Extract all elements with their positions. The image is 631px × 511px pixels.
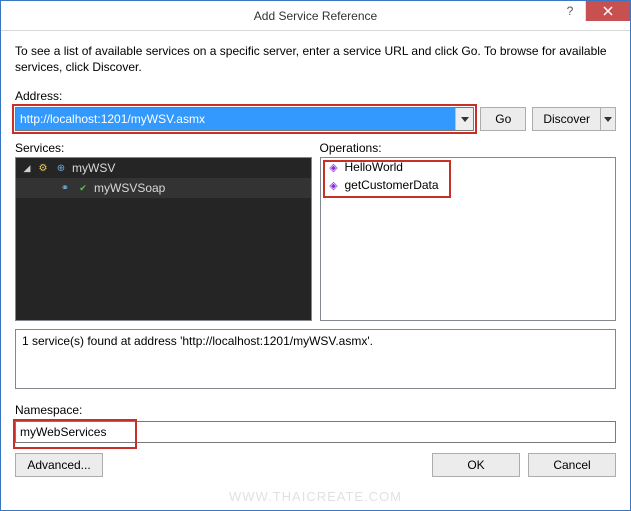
check-icon: ✔ xyxy=(76,181,90,195)
services-label: Services: xyxy=(15,141,312,155)
services-tree[interactable]: ◢ ⚙ ⊕ myWSV ⚭ ✔ myWSVSoap xyxy=(15,157,312,321)
address-row: Go Discover xyxy=(15,107,616,131)
address-dropdown-button[interactable] xyxy=(455,108,473,130)
address-combo[interactable] xyxy=(15,107,474,131)
operation-label: HelloWorld xyxy=(345,160,403,174)
status-text: 1 service(s) found at address 'http://lo… xyxy=(15,329,616,389)
close-icon xyxy=(603,6,613,16)
tree-node-root[interactable]: ◢ ⚙ ⊕ myWSV xyxy=(16,158,311,178)
namespace-input[interactable] xyxy=(15,421,616,443)
footer: Advanced... OK Cancel xyxy=(15,453,616,477)
namespace-label: Namespace: xyxy=(15,403,616,417)
operations-list[interactable]: ◈ HelloWorld ◈ getCustomerData xyxy=(320,157,617,321)
method-icon: ◈ xyxy=(327,160,341,174)
discover-split-button: Discover xyxy=(532,107,616,131)
cancel-button[interactable]: Cancel xyxy=(528,453,616,477)
chevron-down-icon xyxy=(604,117,612,122)
discover-button[interactable]: Discover xyxy=(532,107,600,131)
go-button[interactable]: Go xyxy=(480,107,526,131)
address-input[interactable] xyxy=(16,108,455,130)
operation-item[interactable]: ◈ HelloWorld xyxy=(321,158,616,176)
chevron-down-icon xyxy=(461,117,469,122)
link-icon: ⚭ xyxy=(58,181,72,195)
watermark: WWW.THAICREATE.COM xyxy=(1,489,630,504)
panes: Services: ◢ ⚙ ⊕ myWSV ⚭ ✔ myWSVSoap xyxy=(15,141,616,321)
operations-pane: Operations: ◈ HelloWorld ◈ getCustomerDa… xyxy=(320,141,617,321)
dialog-content: To see a list of available services on a… xyxy=(1,31,630,487)
intro-text: To see a list of available services on a… xyxy=(15,43,616,75)
tree-node-child[interactable]: ⚭ ✔ myWSVSoap xyxy=(16,178,311,198)
namespace-section: Namespace: xyxy=(15,403,616,443)
namespace-input-wrap xyxy=(15,421,616,443)
globe-icon: ⊕ xyxy=(54,161,68,175)
gear-icon: ⚙ xyxy=(36,161,50,175)
method-icon: ◈ xyxy=(327,178,341,192)
address-label: Address: xyxy=(15,89,616,103)
titlebar-controls: ? xyxy=(555,1,630,21)
discover-dropdown-button[interactable] xyxy=(600,107,616,131)
window-title: Add Service Reference xyxy=(254,9,377,23)
advanced-button[interactable]: Advanced... xyxy=(15,453,103,477)
operations-label: Operations: xyxy=(320,141,617,155)
operation-label: getCustomerData xyxy=(345,178,439,192)
services-pane: Services: ◢ ⚙ ⊕ myWSV ⚭ ✔ myWSVSoap xyxy=(15,141,312,321)
ok-button[interactable]: OK xyxy=(432,453,520,477)
operation-item[interactable]: ◈ getCustomerData xyxy=(321,176,616,194)
tree-node-label: myWSVSoap xyxy=(94,181,165,195)
tree-node-label: myWSV xyxy=(72,161,115,175)
expander-icon[interactable]: ◢ xyxy=(22,163,32,174)
titlebar: Add Service Reference ? xyxy=(1,1,630,31)
dialog-window: Add Service Reference ? To see a list of… xyxy=(0,0,631,511)
help-button[interactable]: ? xyxy=(555,1,585,21)
close-button[interactable] xyxy=(585,1,630,21)
footer-right: OK Cancel xyxy=(432,453,616,477)
